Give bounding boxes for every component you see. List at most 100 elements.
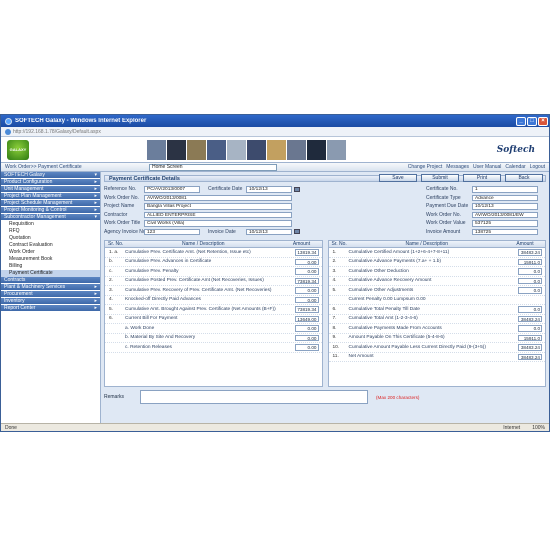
sidebar-item[interactable]: RFQ: [1, 228, 100, 235]
sidebar-item[interactable]: Contract Evaluation: [1, 242, 100, 249]
amount-input[interactable]: 0.00: [294, 325, 319, 332]
sidebar-item[interactable]: Work Order: [1, 249, 100, 256]
table-row: 8. Cumulative Payments Made From Accounts…: [328, 324, 545, 334]
amount-cell: 13819.34: [282, 249, 322, 256]
form-row: Invoice Amount 138725: [426, 228, 546, 237]
row-description: Amount Payable On This Certificate (5-4-…: [348, 335, 445, 341]
amount-input[interactable]: 0.00: [294, 334, 319, 341]
field-input[interactable]: AV/WO/2013/0081/EW: [472, 211, 538, 218]
sidebar-group[interactable]: Project Monitoring & Control ▸: [1, 207, 100, 214]
amount-input[interactable]: 0.0: [518, 277, 542, 284]
field-input[interactable]: Bangla Villas Project: [144, 203, 292, 210]
sidebar-item[interactable]: Measurement Book: [1, 256, 100, 263]
sidebar-group[interactable]: Subcontractor Management ▾: [1, 214, 100, 221]
table-row: 4. Knocked-off Directly Paid Advances 0.00: [105, 296, 322, 305]
sidebar-item[interactable]: Payment Certificate: [1, 270, 100, 277]
date-input[interactable]: 10/12/13: [246, 186, 292, 193]
banner-photo: [147, 139, 166, 160]
maximize-button[interactable]: □: [527, 116, 537, 126]
minimize-button[interactable]: _: [516, 116, 526, 126]
row-number: 1.: [332, 249, 337, 255]
back-button[interactable]: Back: [505, 174, 543, 182]
field-input[interactable]: Advance: [472, 194, 538, 201]
row-number: 9.: [332, 335, 337, 341]
sidebar-item[interactable]: Billing: [1, 263, 100, 270]
amount-input[interactable]: 38483.24: [518, 249, 542, 256]
field-input[interactable]: 138725: [472, 228, 538, 235]
amount-input[interactable]: 0.00: [294, 296, 319, 303]
amount-input[interactable]: 38483.24: [518, 353, 542, 360]
sidebar-group[interactable]: Report Center ▸: [1, 305, 100, 312]
table-header: Sr. No. Name / Description Amount: [105, 241, 322, 248]
amount-input[interactable]: 0.0: [518, 287, 542, 294]
row-description: Current Bill For Payment: [125, 316, 178, 322]
sidebar-group[interactable]: Project Schedule Management ▸: [1, 200, 100, 207]
calendar-icon[interactable]: [294, 186, 300, 192]
nav-link[interactable]: Calendar: [505, 164, 525, 170]
row-number: 11.: [332, 354, 339, 360]
amount-input[interactable]: 0.00: [294, 268, 319, 275]
field-input[interactable]: AV/WO/2013/0081: [144, 194, 292, 201]
sidebar-group[interactable]: Contracts: [1, 277, 100, 284]
amount-input[interactable]: 15911.0: [518, 334, 542, 341]
sidebar-group[interactable]: Plant & Machinery Services ▸: [1, 284, 100, 291]
amount-input[interactable]: 73819.34: [294, 306, 319, 313]
address-url[interactable]: http://192.168.1.78/Galaxy/Default.aspx: [13, 129, 101, 135]
nav-links: Change Project Messages User Manual Calenda…: [408, 164, 545, 170]
table-row: 7. Cumulative Total Amt (1-2-3-4-6) 38483.…: [328, 315, 545, 324]
amount-input[interactable]: 0.00: [294, 287, 319, 294]
sidebar-group[interactable]: Project Plan Management ▸: [1, 193, 100, 200]
zoom-text[interactable]: 100%: [532, 425, 545, 431]
amount-input[interactable]: 13649.00: [294, 315, 319, 322]
field-input[interactable]: ALLIED ENTERPRISE: [144, 211, 292, 218]
amount-input[interactable]: 0.00: [294, 258, 319, 265]
save-button[interactable]: Save: [379, 174, 417, 182]
amount-input[interactable]: 15911.0: [518, 258, 542, 265]
field-input[interactable]: 10/12/13: [472, 203, 538, 210]
nav-link[interactable]: Messages: [446, 164, 469, 170]
field-input[interactable]: Civil Works (Villa): [144, 220, 292, 227]
sidebar-group[interactable]: Procurement ▸: [1, 291, 100, 298]
banner-photo: [227, 139, 246, 160]
close-button[interactable]: ×: [538, 116, 548, 126]
table-row: b. Cumulative Prev. Advances in Certifica…: [105, 258, 322, 267]
row-number: 2.: [332, 259, 337, 265]
row-number: 3.: [109, 287, 114, 293]
home-screen-select[interactable]: Home Screen: [149, 163, 277, 171]
amount-input[interactable]: 38483.24: [518, 315, 542, 322]
amount-input[interactable]: 73819.34: [294, 277, 319, 284]
nav-link[interactable]: Logout: [530, 164, 545, 170]
print-button[interactable]: Print: [463, 174, 501, 182]
nav-link[interactable]: Change Project: [408, 164, 442, 170]
sidebar-group-label: Inventory: [4, 298, 25, 304]
field-input[interactable]: 1: [472, 186, 538, 193]
submit-button[interactable]: Submit: [421, 174, 459, 182]
amount-input[interactable]: 0.0: [518, 325, 542, 332]
sidebar-group[interactable]: Unit Management ▸: [1, 186, 100, 193]
expand-arrow-icon: ▸: [94, 298, 97, 304]
amount-input[interactable]: 0.0: [518, 268, 542, 275]
sidebar-group[interactable]: Product Configuration ▸: [1, 179, 100, 186]
field-input[interactable]: PC/AV/2013/0007: [144, 186, 200, 193]
amount-input[interactable]: 38483.24: [518, 344, 542, 351]
sidebar-item[interactable]: Requisition: [1, 221, 100, 228]
amount-input[interactable]: 13819.34: [294, 249, 319, 256]
nav-link[interactable]: User Manual: [473, 164, 501, 170]
date-input[interactable]: 10/12/13: [246, 228, 292, 235]
row-number: 5.: [332, 287, 337, 293]
sidebar-group[interactable]: SOFTECH Galaxy ▾: [1, 172, 100, 179]
back-arrow-icon[interactable]: [5, 128, 11, 135]
field-input[interactable]: 537125: [472, 220, 538, 227]
remarks-textarea[interactable]: [140, 390, 368, 404]
sidebar-group-label: Project Plan Management: [4, 193, 62, 199]
amount-cell: 15911.0: [505, 258, 545, 265]
calendar-icon[interactable]: [294, 229, 300, 235]
amount-input[interactable]: 0.0: [518, 306, 542, 313]
sidebar-item[interactable]: Quotation: [1, 235, 100, 242]
address-bar[interactable]: http://192.168.1.78/Galaxy/Default.aspx: [1, 127, 549, 137]
amount-input[interactable]: 0.00: [294, 344, 319, 351]
main-content: Payment Certificate Details Save Submit Pr…: [101, 172, 549, 425]
sidebar-group[interactable]: Inventory ▸: [1, 298, 100, 305]
field-input[interactable]: 123: [144, 228, 200, 235]
field-label: Work Order Title: [104, 220, 141, 227]
